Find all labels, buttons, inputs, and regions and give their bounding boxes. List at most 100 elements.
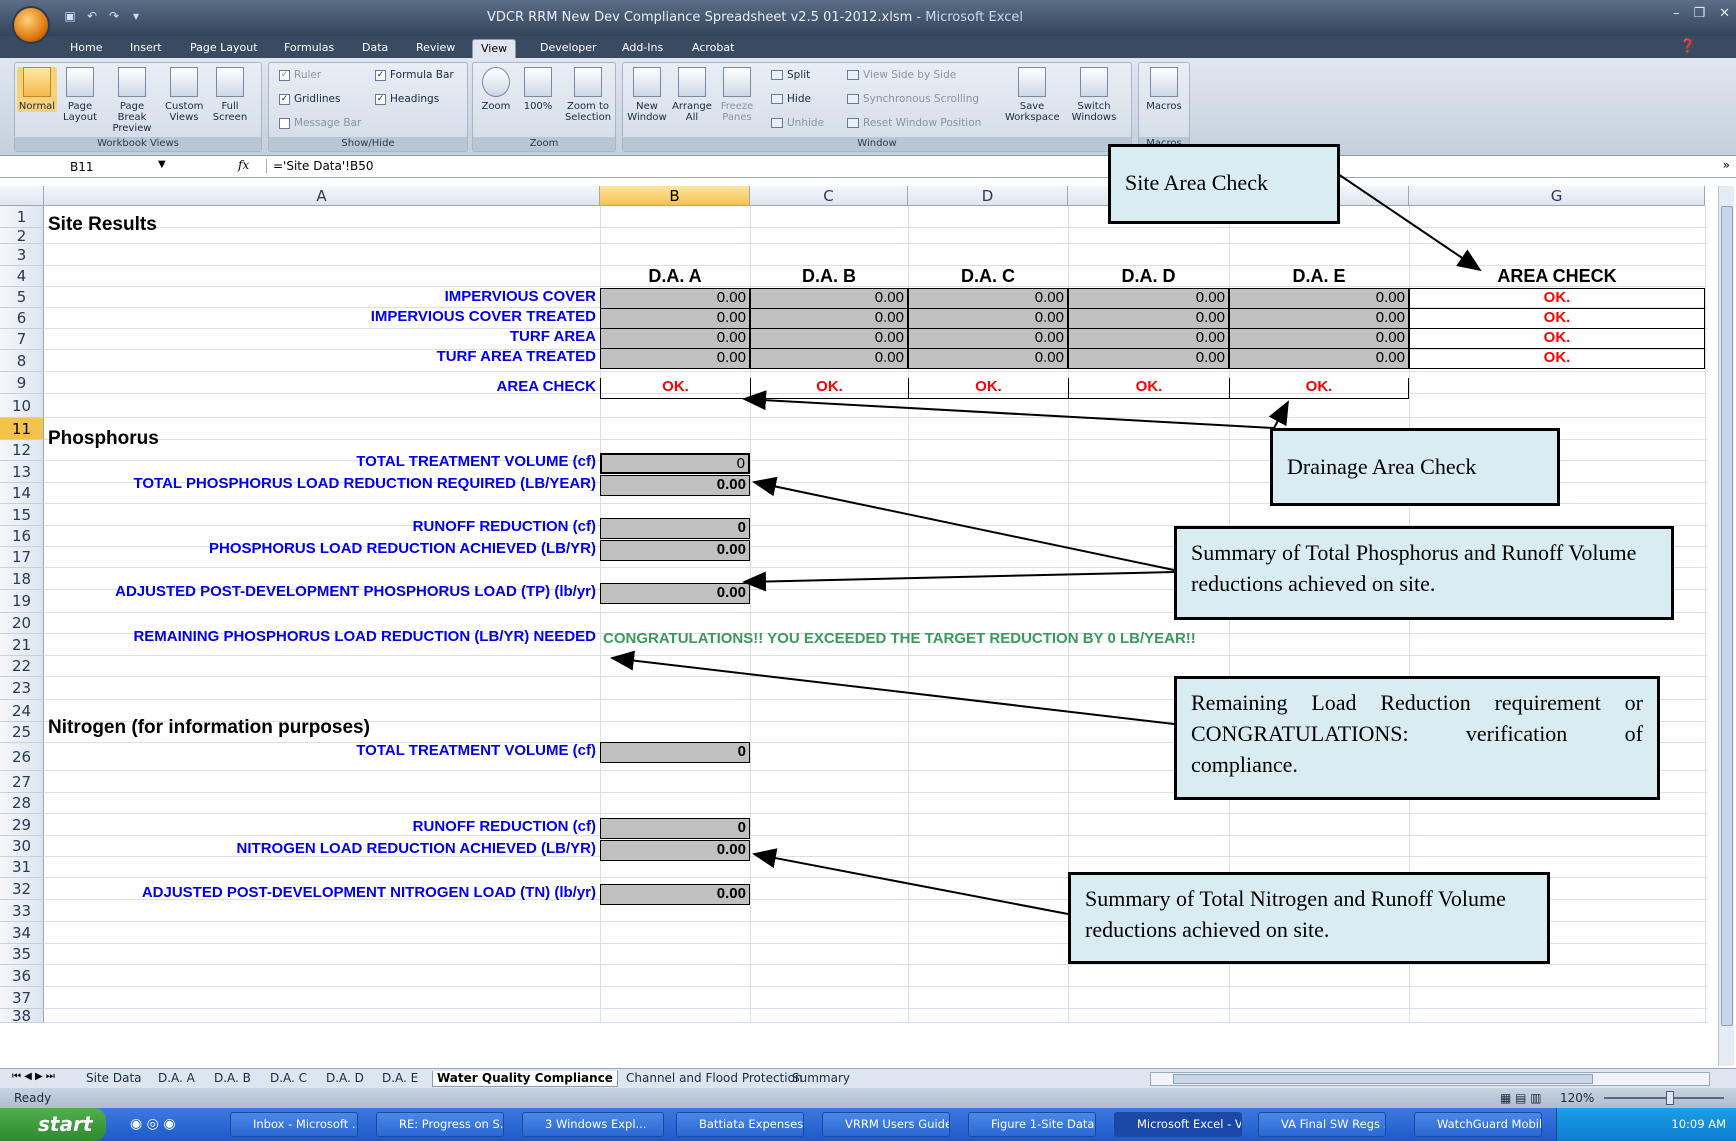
sheet-tab-da-c[interactable]: D.A. C <box>270 1071 307 1087</box>
taskbar-item-re-progress[interactable]: RE: Progress on S... <box>376 1112 504 1137</box>
row-header[interactable]: 17 <box>0 547 44 568</box>
row-header[interactable]: 34 <box>0 922 44 944</box>
sheet-tab-da-e[interactable]: D.A. E <box>382 1071 418 1087</box>
tab-formulas[interactable]: Formulas <box>276 39 342 58</box>
full-screen-button[interactable]: Full Screen <box>209 67 251 123</box>
area-value-cell[interactable]: 0.00 <box>600 328 750 349</box>
area-value-cell[interactable]: 0.00 <box>750 328 908 349</box>
area-value-cell[interactable]: 0.00 <box>750 348 908 369</box>
n-ttv-value[interactable]: 0 <box>600 742 750 763</box>
tab-page-layout[interactable]: Page Layout <box>182 39 266 58</box>
row-header[interactable]: 14 <box>0 483 44 504</box>
horizontal-scrollbar[interactable] <box>1150 1072 1710 1086</box>
taskbar-item-windows-explorer[interactable]: 3 Windows Expl... <box>522 1112 664 1137</box>
area-check-cell[interactable]: OK. <box>1409 308 1705 329</box>
row-header[interactable]: 30 <box>0 836 44 857</box>
zoom-slider[interactable] <box>1604 1091 1724 1105</box>
area-value-cell[interactable]: 0.00 <box>750 308 908 329</box>
page-layout-view-button[interactable]: Page Layout <box>61 67 99 123</box>
select-all-corner[interactable] <box>0 186 44 206</box>
area-check-cell[interactable]: OK. <box>1409 328 1705 349</box>
h-scroll-thumb[interactable] <box>1173 1074 1593 1084</box>
area-value-cell[interactable]: 0.00 <box>1068 308 1229 329</box>
page-break-preview-button[interactable]: Page Break Preview <box>105 67 159 134</box>
minimize-icon[interactable]: – <box>1673 6 1680 21</box>
congratulations-message[interactable]: CONGRATULATIONS!! YOU EXCEEDED THE TARGE… <box>603 630 1196 647</box>
zoom-100-button[interactable]: 100% <box>519 67 557 112</box>
row-header[interactable]: 13 <box>0 461 44 483</box>
area-value-cell[interactable]: 0.00 <box>600 288 750 309</box>
area-check-c[interactable]: OK. <box>908 378 1068 399</box>
tab-review[interactable]: Review <box>408 39 463 58</box>
sheet-tab-channel-flood[interactable]: Channel and Flood Protection <box>626 1071 803 1087</box>
tab-add-ins[interactable]: Add-Ins <box>614 39 671 58</box>
taskbar-item-figure-1[interactable]: Figure 1-Site Data... <box>968 1112 1096 1137</box>
expand-formula-bar-icon[interactable]: » <box>1723 158 1730 172</box>
area-check-cell[interactable]: OK. <box>1409 288 1705 309</box>
area-value-cell[interactable]: 0.00 <box>600 308 750 329</box>
zoom-button[interactable]: Zoom <box>477 67 515 112</box>
tab-acrobat[interactable]: Acrobat <box>684 39 742 58</box>
area-value-cell[interactable]: 0.00 <box>600 348 750 369</box>
row-header[interactable]: 31 <box>0 857 44 878</box>
row-header[interactable]: 20 <box>0 613 44 634</box>
area-value-cell[interactable]: 0.00 <box>1068 288 1229 309</box>
tab-view[interactable]: View <box>472 39 517 58</box>
sheet-tab-da-d[interactable]: D.A. D <box>326 1071 364 1087</box>
clock[interactable]: 10:09 AM <box>1671 1117 1726 1131</box>
area-value-cell[interactable]: 0.00 <box>1229 308 1409 329</box>
row-header[interactable]: 24 <box>0 700 44 722</box>
tab-home[interactable]: Home <box>62 39 110 58</box>
row-header[interactable]: 21 <box>0 634 44 656</box>
macros-button[interactable]: Macros <box>1145 67 1183 112</box>
row-header[interactable]: 35 <box>0 944 44 965</box>
tab-nav-icon[interactable]: ⏮ ◀ ▶ ⏭ <box>12 1071 55 1082</box>
headings-checkbox[interactable]: ✓ Headings <box>375 93 439 105</box>
area-check-cell[interactable]: OK. <box>1409 348 1705 369</box>
area-value-cell[interactable]: 0.00 <box>908 328 1068 349</box>
row-header[interactable]: 9 <box>0 372 44 394</box>
area-value-cell[interactable]: 0.00 <box>908 348 1068 369</box>
row-header[interactable]: 4 <box>0 266 44 287</box>
quick-launch-icons[interactable]: ◉ ◎ ◉ <box>130 1116 176 1132</box>
row-header[interactable]: 1 <box>0 206 44 228</box>
tab-developer[interactable]: Developer <box>532 39 605 58</box>
area-value-cell[interactable]: 0.00 <box>1229 288 1409 309</box>
gridlines-checkbox[interactable]: ✓ Gridlines <box>279 93 340 105</box>
scroll-thumb[interactable] <box>1721 206 1733 1026</box>
sheet-tab-summary[interactable]: Summary <box>792 1071 850 1087</box>
row-header[interactable]: 19 <box>0 590 44 613</box>
row-header[interactable]: 27 <box>0 771 44 793</box>
column-header-d[interactable]: D <box>908 186 1068 206</box>
zoom-level[interactable]: 120% <box>1560 1088 1594 1108</box>
formula-bar-checkbox[interactable]: ✓ Formula Bar <box>375 69 454 81</box>
area-value-cell[interactable]: 0.00 <box>750 288 908 309</box>
name-box[interactable]: B11 <box>8 158 168 176</box>
row-header[interactable]: 28 <box>0 793 44 814</box>
p-achieved-value[interactable]: 0.00 <box>600 540 750 561</box>
row-header[interactable]: 16 <box>0 526 44 547</box>
area-check-b[interactable]: OK. <box>750 378 908 399</box>
zoom-slider-thumb[interactable] <box>1666 1091 1674 1105</box>
row-header[interactable]: 38 <box>0 1009 44 1024</box>
arrange-all-button[interactable]: Arrange All <box>671 67 713 123</box>
column-header-c[interactable]: C <box>750 186 908 206</box>
p-ttv-value[interactable]: 0 <box>600 453 750 474</box>
start-button[interactable]: start <box>0 1108 106 1141</box>
office-button[interactable] <box>12 6 50 44</box>
row-header[interactable]: 23 <box>0 677 44 700</box>
column-header-a[interactable]: A <box>44 186 600 206</box>
restore-icon[interactable]: ❐ <box>1693 6 1705 21</box>
area-value-cell[interactable]: 0.00 <box>908 308 1068 329</box>
row-header[interactable]: 5 <box>0 287 44 308</box>
switch-windows-button[interactable]: Switch Windows <box>1063 67 1125 123</box>
save-workspace-button[interactable]: Save Workspace <box>1005 67 1060 123</box>
p-runoff-value[interactable]: 0 <box>600 518 750 539</box>
taskbar-item-battiata-expenses[interactable]: Battiata Expenses... <box>676 1112 804 1137</box>
vertical-scrollbar[interactable] <box>1718 186 1734 1066</box>
area-value-cell[interactable]: 0.00 <box>1229 328 1409 349</box>
tab-insert[interactable]: Insert <box>122 39 170 58</box>
row-header[interactable]: 25 <box>0 722 44 743</box>
area-value-cell[interactable]: 0.00 <box>908 288 1068 309</box>
synchronous-scrolling-button[interactable]: Synchronous Scrolling <box>847 93 979 105</box>
